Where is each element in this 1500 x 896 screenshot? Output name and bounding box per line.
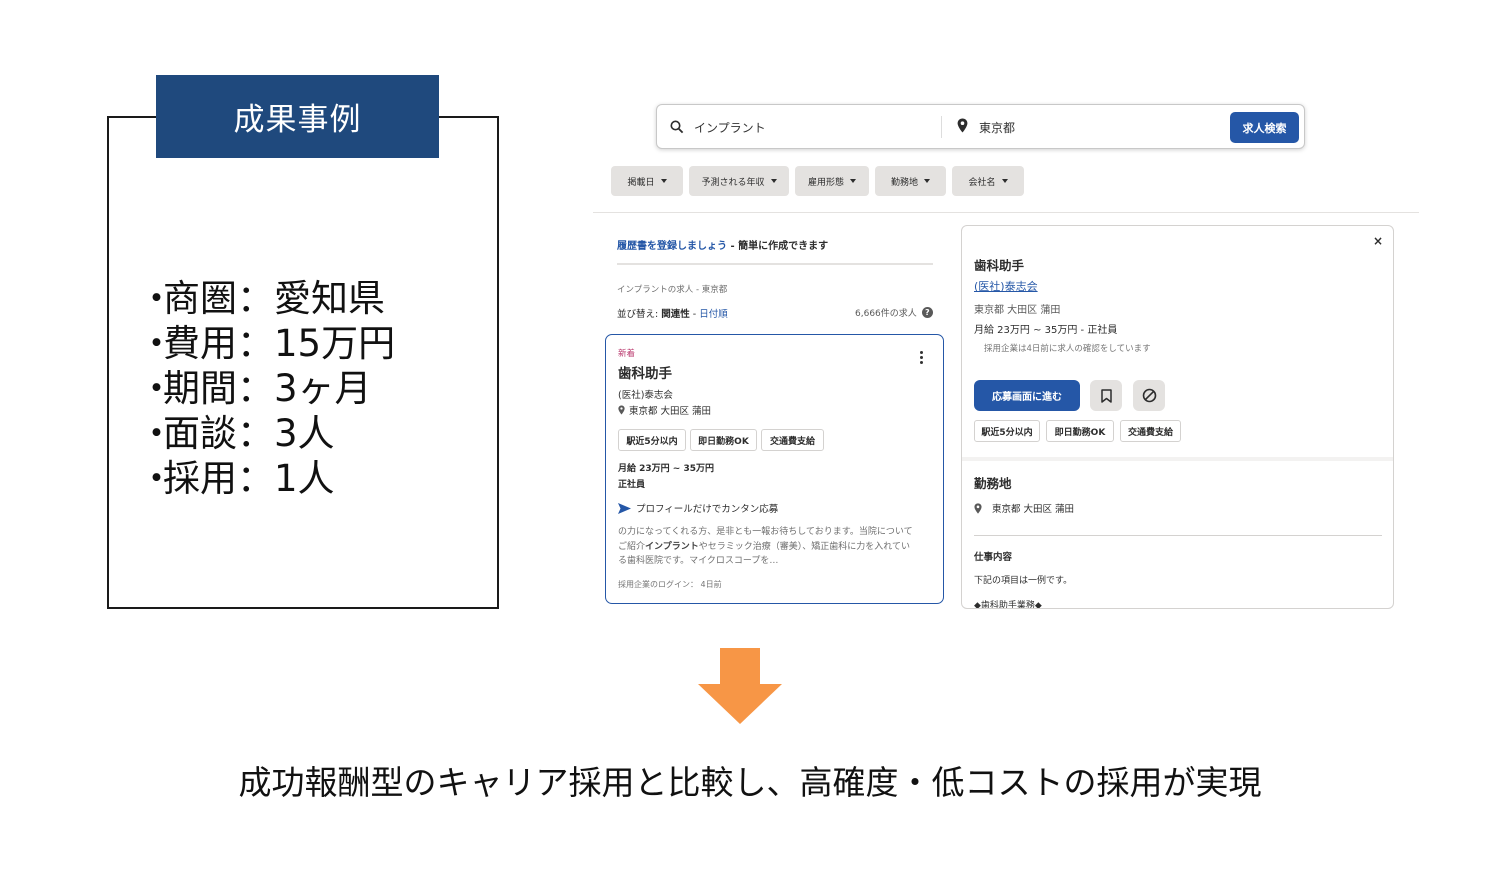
location-section-value: 東京都 大田区 蒲田: [974, 501, 1074, 515]
apply-button[interactable]: 応募画面に進む: [974, 380, 1080, 411]
job-snippet: の力になってくれる方、是非とも一報お待ちしております。当院についてご紹介インプラ…: [618, 525, 918, 569]
filter-label: 予測される年収: [701, 177, 765, 188]
save-job-button[interactable]: [1090, 380, 1122, 411]
job-location: 東京都 大田区 蒲田: [618, 403, 711, 417]
section-divider: [974, 535, 1382, 536]
sort-by-date-link[interactable]: 日付順: [699, 309, 728, 320]
tag-start-immediately: 即日勤務OK: [690, 429, 757, 451]
tag-near-station: 駅近5分以内: [974, 420, 1040, 442]
sort-separator: -: [689, 309, 700, 320]
job-company: (医社)泰志会: [618, 390, 673, 401]
new-badge: 新着: [618, 349, 636, 359]
resume-divider: [617, 263, 933, 265]
search-icon: [670, 119, 684, 138]
location-pin-icon: [618, 405, 625, 415]
chevron-down-icon: [850, 179, 856, 183]
job-description-line: 下記の項目は一例です。: [974, 576, 1073, 586]
case-item-area: 商圏：愛知県: [150, 276, 395, 321]
case-item-period: 期間：3ヶ月: [150, 366, 395, 411]
easy-apply-text: プロフィールだけでカンタン応募: [636, 504, 779, 515]
chevron-down-icon: [1001, 179, 1008, 183]
resume-suffix: - 簡単に作成できます: [727, 241, 829, 252]
send-icon: [618, 502, 631, 514]
filter-employment-type[interactable]: 雇用形態: [795, 166, 869, 196]
filter-label: 雇用形態: [807, 177, 844, 188]
tag-transport-allowance: 交通費支給: [761, 429, 824, 451]
location-pin-icon: [974, 502, 982, 514]
job-detail-panel: × 歯科助手 (医社)泰志会 東京都 大田区 蒲田 月給 23万円 ~ 35万円…: [961, 225, 1394, 609]
breadcrumb: インプラントの求人 - 東京都: [617, 285, 728, 295]
case-item-hires: 採用：1人: [150, 456, 395, 501]
easy-apply: プロフィールだけでカンタン応募: [618, 501, 778, 515]
search-button[interactable]: 求人検索: [1230, 112, 1299, 143]
close-icon[interactable]: ×: [1373, 234, 1383, 248]
location-pin-icon: [957, 118, 968, 137]
detail-employer-note: 採用企業は4日前に求人の確認をしています: [984, 344, 1151, 354]
job-title[interactable]: 歯科助手: [618, 362, 672, 382]
conclusion-text: 成功報酬型のキャリア採用と比較し、高確度・低コストの採用が実現: [238, 763, 1262, 802]
arrow-down-icon: [698, 648, 782, 728]
sort-relevance[interactable]: 関連性: [661, 309, 690, 320]
keyword-input[interactable]: インプラント: [694, 119, 766, 136]
not-interested-button[interactable]: [1133, 380, 1165, 411]
filter-label: 勤務地: [890, 177, 918, 188]
not-interested-icon: [1142, 388, 1156, 403]
job-card[interactable]: 新着 歯科助手 (医社)泰志会 東京都 大田区 蒲田 駅近5分以内 即日勤務OK…: [605, 334, 944, 604]
bookmark-icon: [1100, 388, 1112, 403]
employer-last-login: 採用企業のログイン： 4日前: [618, 580, 722, 589]
resume-banner: 履歴書を登録しましょう - 簡単に作成できます: [617, 237, 828, 252]
tag-transport-allowance: 交通費支給: [1120, 420, 1181, 442]
section-divider: [962, 457, 1393, 461]
help-icon[interactable]: ?: [921, 307, 933, 318]
detail-title: 歯科助手: [974, 258, 1025, 273]
location-section-title: 勤務地: [974, 476, 1012, 491]
search-bar: インプラント 東京都 求人検索: [656, 104, 1305, 149]
filter-company[interactable]: 会社名: [952, 166, 1024, 196]
detail-company-link[interactable]: (医社)泰志会: [974, 278, 1038, 294]
case-list: 商圏：愛知県 費用：15万円 期間：3ヶ月 面談：3人 採用：1人: [150, 276, 395, 501]
tag-start-immediately: 即日勤務OK: [1046, 420, 1114, 442]
filter-location[interactable]: 勤務地: [875, 166, 946, 196]
filter-date[interactable]: 掲載日: [611, 166, 683, 196]
case-title: 成果事例: [156, 75, 439, 158]
job-employment-type: 正社員: [618, 480, 646, 490]
chevron-down-icon: [660, 179, 667, 183]
chevron-down-icon: [770, 179, 777, 183]
results-count: 6,666件の求人 ?: [855, 306, 933, 319]
sort-prefix: 並び替え:: [617, 309, 662, 320]
detail-salary: 月給 23万円 ~ 35万円 - 正社員: [974, 325, 1118, 336]
location-input[interactable]: 東京都: [979, 119, 1015, 136]
results-count-text: 6,666件の求人: [855, 309, 917, 319]
chevron-down-icon: [924, 179, 930, 183]
search-divider: [941, 116, 942, 138]
resume-link[interactable]: 履歴書を登録しましょう: [617, 241, 727, 252]
job-description-title: 仕事内容: [974, 552, 1013, 563]
case-item-interviews: 面談：3人: [150, 411, 395, 456]
snippet-highlight: インプラント: [645, 541, 699, 552]
tag-near-station: 駅近5分以内: [618, 429, 686, 451]
job-description-line: ◆歯科助手業務◆: [974, 601, 1042, 609]
filter-salary[interactable]: 予測される年収: [689, 166, 789, 196]
filters-divider: [593, 212, 1419, 213]
case-item-cost: 費用：15万円: [150, 321, 395, 366]
job-location-text: 東京都 大田区 蒲田: [629, 406, 712, 417]
filter-label: 会社名: [968, 177, 996, 188]
more-options-icon[interactable]: [915, 349, 927, 365]
detail-location: 東京都 大田区 蒲田: [974, 305, 1061, 316]
filter-label: 掲載日: [627, 177, 655, 188]
sort-control: 並び替え: 関連性 - 日付順: [617, 306, 728, 320]
job-salary: 月給 23万円 ~ 35万円: [618, 464, 714, 474]
location-section-text: 東京都 大田区 蒲田: [992, 504, 1075, 515]
